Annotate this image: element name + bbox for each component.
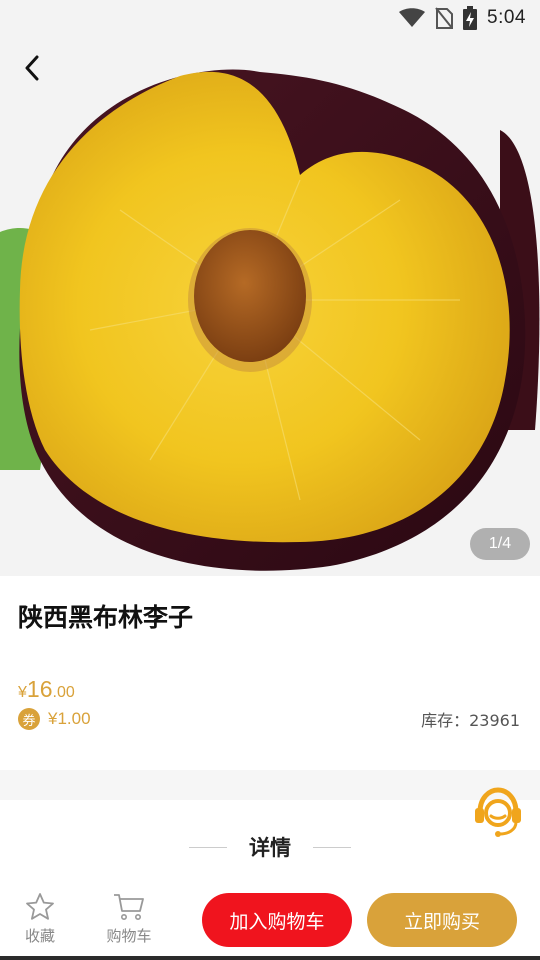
cart-button[interactable]: 购物车: [99, 892, 159, 952]
product-photo: [0, 0, 540, 576]
customer-service-icon: [475, 787, 521, 837]
customer-service-button[interactable]: [472, 786, 524, 838]
stock-count: 库存：23961: [421, 711, 520, 730]
price-currency: ¥: [18, 684, 27, 701]
favorite-label: 收藏: [24, 927, 55, 945]
price-integer: 16: [26, 676, 53, 702]
image-pager-indicator: 1/4: [470, 528, 530, 560]
bottom-action-bar: 收藏 购物车 加入购物车 立即购买: [0, 886, 540, 960]
status-bar: 5:04: [0, 0, 540, 36]
coupon-row: 券 ¥1.00: [18, 708, 91, 730]
favorite-button[interactable]: 收藏: [10, 892, 70, 952]
product-info: 陕西黑布林李子 ¥ 16 .00 券 ¥1.00 库存：23961: [0, 576, 540, 770]
back-button[interactable]: [12, 48, 52, 88]
heading-line-left: [189, 846, 227, 848]
product-title: 陕西黑布林李子: [18, 603, 194, 632]
add-to-cart-button[interactable]: 加入购物车: [202, 893, 352, 947]
wifi-icon: [399, 8, 426, 27]
cart-icon: [114, 894, 144, 920]
coupon-value: ¥1.00: [48, 709, 91, 728]
no-sim-icon: [435, 7, 454, 29]
buy-now-button[interactable]: 立即购买: [367, 893, 517, 947]
details-heading-text: 详情: [249, 836, 291, 860]
product-price: ¥ 16 .00: [18, 676, 75, 703]
star-icon: [26, 893, 54, 920]
coupon-badge: 券: [18, 708, 40, 730]
details-heading: 详情: [0, 832, 540, 862]
system-nav-bar: [0, 956, 540, 960]
back-chevron-icon: [25, 55, 39, 81]
battery-charging-icon: [463, 6, 478, 30]
status-time: 5:04: [487, 7, 526, 28]
details-section: 详情: [0, 800, 540, 886]
cart-label: 购物车: [106, 927, 152, 945]
product-image-gallery[interactable]: 1/4: [0, 0, 540, 576]
section-divider: [0, 770, 540, 800]
price-decimal: .00: [52, 684, 75, 701]
heading-line-right: [313, 846, 351, 848]
